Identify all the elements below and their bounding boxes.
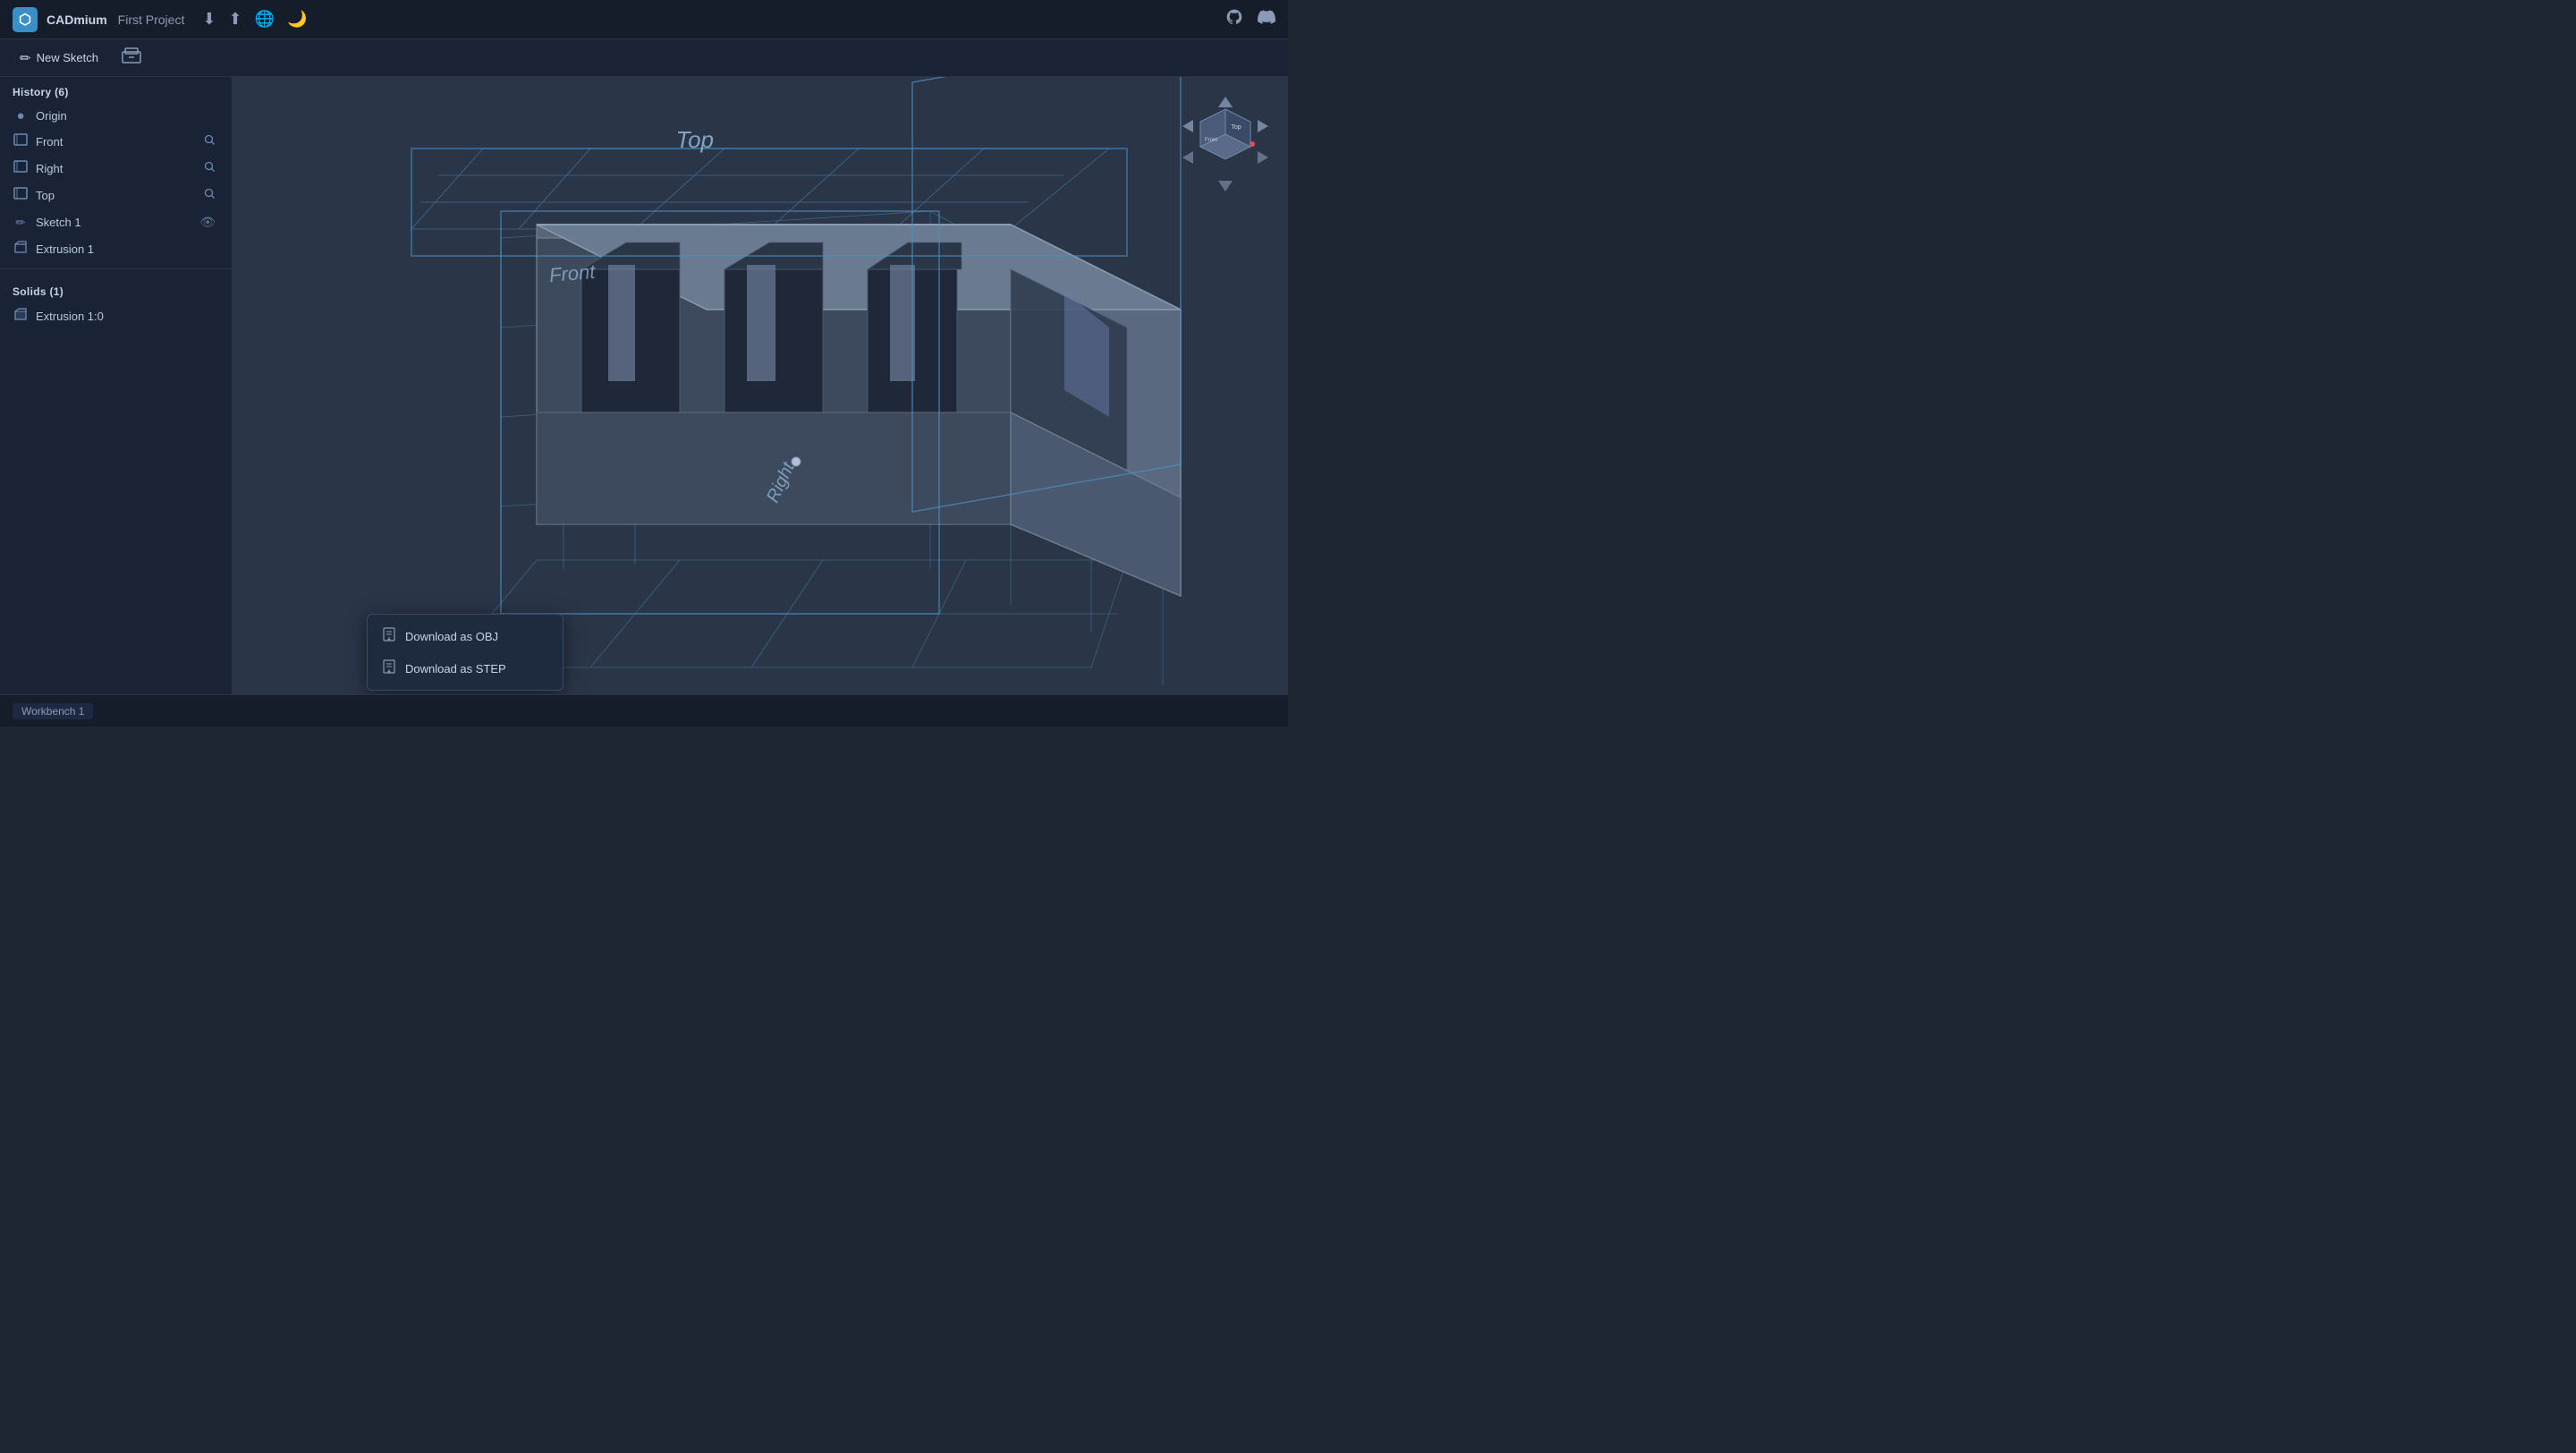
sidebar-item-extrusion1[interactable]: Extrusion 1 (0, 236, 232, 261)
download-step-item[interactable]: Download as STEP (368, 652, 563, 684)
app-logo: ⬡ (13, 7, 38, 32)
download-step-label: Download as STEP (405, 662, 506, 676)
logo-symbol: ⬡ (19, 11, 31, 29)
statusbar: Workbench 1 (0, 694, 1288, 726)
download-obj-label: Download as OBJ (405, 630, 498, 643)
right-plane-label: Right (763, 459, 800, 506)
top-label: Top (36, 189, 193, 202)
download-step-icon (382, 659, 396, 677)
right-search-icon[interactable] (200, 159, 219, 177)
right-label: Right (36, 162, 193, 175)
origin-icon: ● (13, 108, 29, 123)
toolbar: ✏ New Sketch (0, 39, 1288, 77)
plane-icon-right (13, 160, 29, 176)
app-name: CADmium (47, 13, 107, 27)
sketch1-visibility-icon[interactable]: 👁 (196, 213, 219, 232)
main-layout: History (6) ● Origin Front Right (0, 77, 1288, 694)
pencil-icon: ✏ (20, 50, 31, 66)
solid-icon (13, 308, 29, 324)
sidebar-item-right[interactable]: Right (0, 155, 232, 182)
sidebar-item-top[interactable]: Top (0, 182, 232, 208)
top-plane-label: Top (676, 126, 714, 154)
new-sketch-button[interactable]: ✏ New Sketch (13, 47, 106, 70)
nav-cube[interactable]: Top Front (1181, 95, 1270, 193)
front-label: Front (36, 135, 193, 149)
history-header: History (6) (0, 77, 232, 104)
extrusion-icon (13, 241, 29, 257)
header-actions: ⬇ ⬆ 🌐 🌙 (202, 10, 307, 29)
header-right (1225, 8, 1275, 31)
extrusion1-0-label: Extrusion 1:0 (36, 310, 219, 323)
sidebar-item-front[interactable]: Front (0, 128, 232, 155)
sidebar-item-origin[interactable]: ● Origin (0, 104, 232, 128)
sidebar-item-sketch1[interactable]: ✏ Sketch 1 👁 (0, 208, 232, 236)
workbench-status: Workbench 1 (13, 703, 93, 719)
extrusion1-label: Extrusion 1 (36, 242, 219, 256)
top-search-icon[interactable] (200, 186, 219, 204)
svg-text:Front: Front (1205, 138, 1217, 143)
origin-label: Origin (36, 109, 219, 123)
new-sketch-label: New Sketch (37, 51, 98, 64)
front-plane-label: Front (548, 260, 596, 287)
context-menu: Download as OBJ Download as STEP (367, 614, 564, 691)
workbench-icon (122, 47, 141, 68)
sketch1-label: Sketch 1 (36, 216, 189, 229)
upload-icon[interactable]: ⬆ (228, 10, 242, 29)
download-icon[interactable]: ⬇ (202, 10, 216, 29)
github-icon[interactable] (1225, 8, 1243, 31)
plane-icon-top (13, 187, 29, 203)
sidebar-divider (0, 268, 232, 269)
download-obj-item[interactable]: Download as OBJ (368, 620, 563, 652)
project-name: First Project (118, 13, 185, 27)
sidebar-item-extrusion1-0[interactable]: Extrusion 1:0 (0, 303, 232, 328)
globe-icon[interactable]: 🌐 (255, 10, 275, 29)
moon-icon[interactable]: 🌙 (287, 10, 307, 29)
workbench-button[interactable] (114, 44, 148, 72)
header: ⬡ CADmium First Project ⬇ ⬆ 🌐 🌙 (0, 0, 1288, 39)
sidebar: History (6) ● Origin Front Right (0, 77, 233, 694)
download-obj-icon (382, 627, 396, 645)
front-search-icon[interactable] (200, 132, 219, 150)
sketch-icon: ✏ (13, 216, 29, 230)
viewport[interactable]: Top Front Right Top (233, 77, 1288, 694)
svg-text:Top: Top (1231, 124, 1241, 131)
solids-header: Solids (1) (0, 276, 232, 303)
plane-icon-front (13, 133, 29, 149)
discord-icon[interactable] (1258, 8, 1275, 31)
